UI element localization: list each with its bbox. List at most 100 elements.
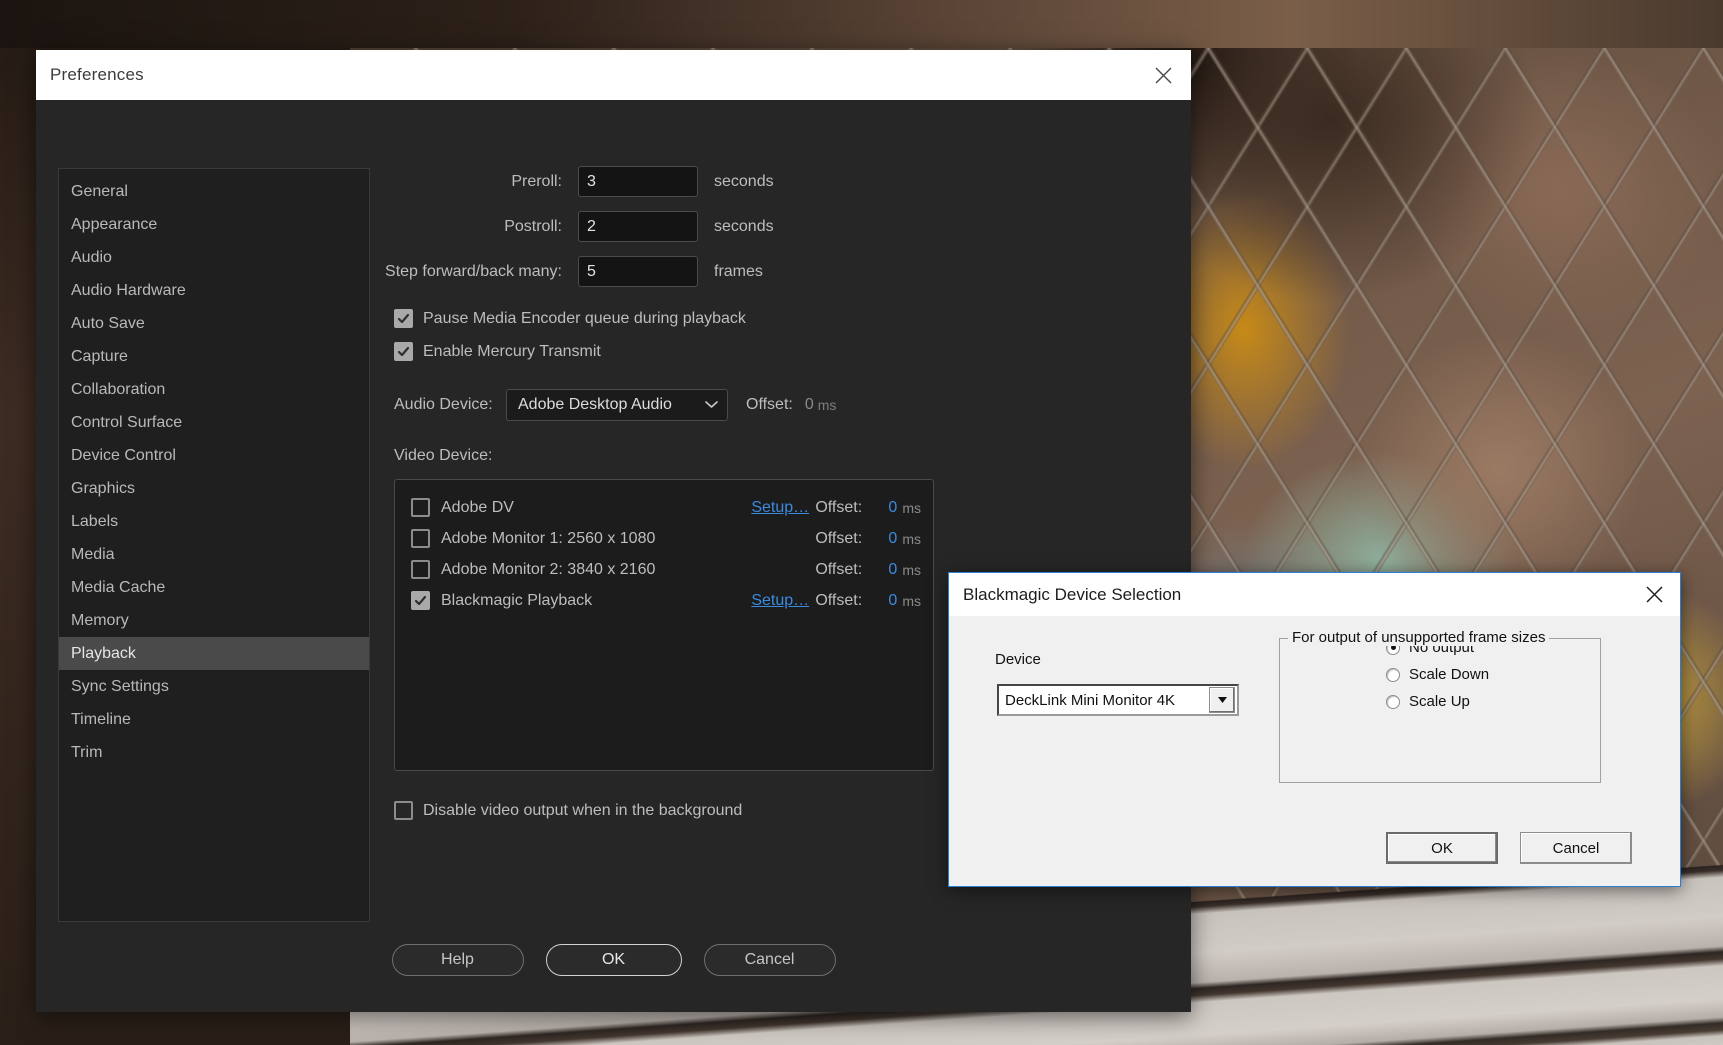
checkbox-unchecked-icon — [394, 801, 413, 820]
setup-link[interactable]: Setup… — [751, 499, 815, 517]
blackmagic-device-selection-dialog: Blackmagic Device Selection Device DeckL… — [948, 572, 1681, 887]
checkbox-checked-icon[interactable] — [411, 591, 430, 610]
sidebar-item-memory[interactable]: Memory — [59, 604, 369, 637]
offset-unit: ms — [897, 593, 921, 609]
step-unit: frames — [698, 263, 763, 281]
close-icon[interactable] — [1628, 573, 1680, 616]
offset-unit: ms — [897, 562, 921, 578]
background-photo-top-strip — [0, 0, 1723, 48]
device-name: Adobe Monitor 2: 3840 x 2160 — [430, 561, 751, 579]
device-name: Blackmagic Playback — [430, 592, 751, 610]
audio-device-value: Adobe Desktop Audio — [518, 396, 672, 414]
postroll-label: Postroll: — [370, 218, 578, 236]
sidebar-item-collaboration[interactable]: Collaboration — [59, 373, 369, 406]
sidebar-item-media[interactable]: Media — [59, 538, 369, 571]
audio-device-select[interactable]: Adobe Desktop Audio — [506, 389, 728, 421]
offset-value[interactable]: 0 — [879, 530, 897, 548]
sidebar-item-audio-hardware[interactable]: Audio Hardware — [59, 274, 369, 307]
cancel-button[interactable]: Cancel — [704, 944, 836, 976]
sidebar-item-media-cache[interactable]: Media Cache — [59, 571, 369, 604]
step-input[interactable] — [578, 256, 698, 287]
enable-mercury-transmit-label: Enable Mercury Transmit — [413, 343, 601, 361]
pause-media-encoder-checkbox-row[interactable]: Pause Media Encoder queue during playbac… — [394, 309, 1191, 328]
offset-label: Offset: — [815, 499, 879, 517]
postroll-field-row: Postroll: seconds — [370, 211, 1191, 242]
checkbox-unchecked-icon[interactable] — [411, 529, 430, 548]
offset-unit: ms — [897, 531, 921, 547]
radio-scale-down[interactable]: Scale Down — [1386, 666, 1600, 683]
device-select[interactable]: DeckLink Mini Monitor 4K — [997, 684, 1239, 716]
offset-label: Offset: — [815, 530, 879, 548]
audio-offset-label: Offset: — [746, 396, 793, 414]
offset-unit: ms — [897, 500, 921, 516]
device-name: Adobe Monitor 1: 2560 x 1080 — [430, 530, 751, 548]
checkbox-checked-icon — [394, 309, 413, 328]
checkbox-checked-icon — [394, 342, 413, 361]
offset-label: Offset: — [815, 592, 879, 610]
offset-value[interactable]: 0 — [879, 499, 897, 517]
table-row[interactable]: Adobe Monitor 1: 2560 x 1080 Offset: 0 m… — [395, 523, 933, 554]
audio-device-label: Audio Device: — [394, 396, 506, 414]
sidebar-item-graphics[interactable]: Graphics — [59, 472, 369, 505]
offset-value[interactable]: 0 — [879, 592, 897, 610]
blackmagic-cancel-button[interactable]: Cancel — [1520, 832, 1632, 864]
device-name: Adobe DV — [430, 499, 751, 517]
blackmagic-ok-button[interactable]: OK — [1386, 832, 1498, 864]
sidebar-item-playback[interactable]: Playback — [59, 637, 369, 670]
ok-button[interactable]: OK — [546, 944, 682, 976]
sidebar-item-general[interactable]: General — [59, 175, 369, 208]
sidebar-item-capture[interactable]: Capture — [59, 340, 369, 373]
sidebar-item-audio[interactable]: Audio — [59, 241, 369, 274]
help-button[interactable]: Help — [392, 944, 524, 976]
setup-link[interactable]: Setup… — [751, 592, 815, 610]
video-device-label: Video Device: — [394, 447, 1191, 465]
preferences-footer: Help OK Cancel — [36, 944, 1191, 976]
audio-offset-unit: ms — [818, 397, 837, 413]
step-field-row: Step forward/back many: frames — [370, 256, 1191, 287]
video-device-list: Adobe DV Setup… Offset: 0 ms Adobe Monit… — [394, 479, 934, 771]
sidebar-item-control-surface[interactable]: Control Surface — [59, 406, 369, 439]
table-row[interactable]: Adobe Monitor 2: 3840 x 2160 Offset: 0 m… — [395, 554, 933, 585]
unsupported-frame-sizes-fieldset: For output of unsupported frame sizes No… — [1279, 638, 1601, 783]
radio-scale-up[interactable]: Scale Up — [1386, 693, 1600, 710]
preroll-label: Preroll: — [370, 173, 578, 191]
blackmagic-dialog-body: Device DeckLink Mini Monitor 4K For outp… — [949, 616, 1680, 886]
close-icon[interactable] — [1135, 50, 1191, 100]
sidebar-item-sync-settings[interactable]: Sync Settings — [59, 670, 369, 703]
checkbox-unchecked-icon[interactable] — [411, 498, 430, 517]
device-label: Device — [995, 651, 1041, 668]
enable-mercury-transmit-checkbox-row[interactable]: Enable Mercury Transmit — [394, 342, 1191, 361]
audio-device-row: Audio Device: Adobe Desktop Audio Offset… — [394, 389, 1191, 421]
preroll-unit: seconds — [698, 173, 774, 191]
page-title: Preferences — [50, 65, 144, 85]
disable-video-output-label: Disable video output when in the backgro… — [413, 802, 742, 820]
blackmagic-dialog-titlebar: Blackmagic Device Selection — [949, 573, 1680, 616]
sidebar-item-appearance[interactable]: Appearance — [59, 208, 369, 241]
chevron-down-icon — [705, 396, 718, 414]
table-row[interactable]: Blackmagic Playback Setup… Offset: 0 ms — [395, 585, 933, 616]
device-select-value: DeckLink Mini Monitor 4K — [999, 692, 1175, 709]
audio-offset-value: 0 — [805, 396, 814, 414]
radio-unselected-icon — [1386, 668, 1400, 682]
postroll-unit: seconds — [698, 218, 774, 236]
chevron-down-icon[interactable] — [1209, 687, 1235, 713]
pause-media-encoder-label: Pause Media Encoder queue during playbac… — [413, 310, 746, 328]
sidebar-item-auto-save[interactable]: Auto Save — [59, 307, 369, 340]
preferences-titlebar: Preferences — [36, 50, 1191, 100]
radio-scale-up-label: Scale Up — [1400, 693, 1470, 710]
radio-unselected-icon — [1386, 695, 1400, 709]
checkbox-unchecked-icon[interactable] — [411, 560, 430, 579]
preroll-field-row: Preroll: seconds — [370, 166, 1191, 197]
radio-scale-down-label: Scale Down — [1400, 666, 1489, 683]
preferences-sidebar: General Appearance Audio Audio Hardware … — [58, 168, 370, 922]
table-row[interactable]: Adobe DV Setup… Offset: 0 ms — [395, 492, 933, 523]
sidebar-item-labels[interactable]: Labels — [59, 505, 369, 538]
blackmagic-dialog-title: Blackmagic Device Selection — [963, 585, 1181, 605]
sidebar-item-device-control[interactable]: Device Control — [59, 439, 369, 472]
sidebar-item-trim[interactable]: Trim — [59, 736, 369, 769]
preroll-input[interactable] — [578, 166, 698, 197]
postroll-input[interactable] — [578, 211, 698, 242]
offset-value[interactable]: 0 — [879, 561, 897, 579]
offset-label: Offset: — [815, 561, 879, 579]
sidebar-item-timeline[interactable]: Timeline — [59, 703, 369, 736]
